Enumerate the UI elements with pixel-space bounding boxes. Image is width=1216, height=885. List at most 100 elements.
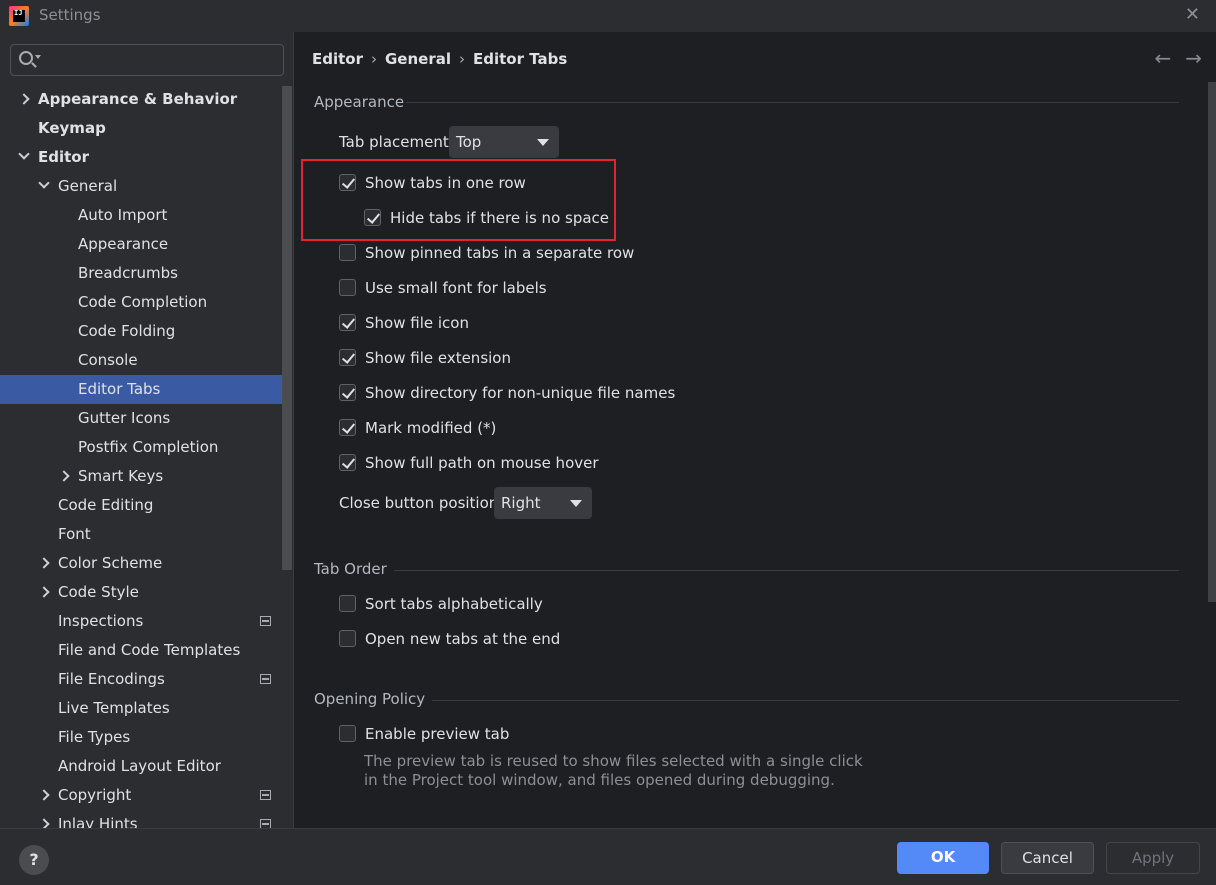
- checkbox-checked[interactable]: [339, 419, 356, 436]
- sidebar-item-postfix-completion[interactable]: Postfix Completion: [0, 433, 292, 462]
- option-label: Show pinned tabs in a separate row: [365, 244, 635, 262]
- apply-button[interactable]: Apply: [1106, 842, 1200, 874]
- option-label: Show tabs in one row: [365, 174, 526, 192]
- help-button[interactable]: ?: [19, 845, 49, 875]
- checkbox-unchecked[interactable]: [339, 595, 356, 612]
- sidebar-item-appearance-behavior[interactable]: Appearance & Behavior: [0, 85, 292, 114]
- breadcrumb: Editor › General › Editor Tabs: [312, 50, 575, 68]
- sidebar-item-label: Appearance & Behavior: [38, 90, 238, 108]
- tab-placement-label: Tab placement:: [339, 133, 454, 151]
- sidebar-item-appearance[interactable]: Appearance: [0, 230, 292, 259]
- sidebar-item-label: Code Editing: [58, 496, 154, 514]
- sidebar-item-label: Inlay Hints: [58, 815, 138, 828]
- breadcrumb-editor[interactable]: Editor: [312, 50, 363, 68]
- intellij-logo-icon: IJ: [9, 6, 29, 26]
- back-arrow-icon[interactable]: ←: [1154, 46, 1171, 70]
- chevron-down-icon[interactable]: [18, 148, 30, 160]
- search-input[interactable]: [10, 44, 284, 76]
- project-level-icon: [260, 819, 271, 828]
- chevron-down-icon[interactable]: [38, 177, 50, 189]
- sidebar-item-android-layout-editor[interactable]: Android Layout Editor: [0, 752, 292, 781]
- checkbox-checked[interactable]: [339, 384, 356, 401]
- chevron-right-icon[interactable]: [38, 818, 50, 828]
- sidebar-item-file-and-code-templates[interactable]: File and Code Templates: [0, 636, 292, 665]
- title-bar: IJ Settings ✕: [0, 0, 1216, 32]
- checkbox-unchecked[interactable]: [339, 725, 356, 742]
- option-label: Show file icon: [365, 314, 469, 332]
- chevron-right-icon[interactable]: [38, 557, 50, 569]
- checkbox-checked[interactable]: [339, 314, 356, 331]
- checkbox-checked[interactable]: [339, 454, 356, 471]
- sidebar-item-console[interactable]: Console: [0, 346, 292, 375]
- search-options-chevron-icon[interactable]: [35, 55, 41, 59]
- checkbox-checked[interactable]: [339, 349, 356, 366]
- settings-content: Editor › General › Editor Tabs ← → Appearance…: [294, 32, 1216, 828]
- sidebar-item-auto-import[interactable]: Auto Import: [0, 201, 292, 230]
- sidebar-item-label: File Encodings: [58, 670, 165, 688]
- checkbox-unchecked[interactable]: [339, 630, 356, 647]
- section-appearance-title: Appearance: [314, 93, 405, 111]
- sidebar-item-code-style[interactable]: Code Style: [0, 578, 292, 607]
- close-button-position-value: Right: [501, 494, 541, 512]
- sidebar-item-gutter-icons[interactable]: Gutter Icons: [0, 404, 292, 433]
- window-title: Settings: [39, 6, 101, 24]
- ok-button[interactable]: OK: [897, 842, 989, 874]
- project-level-icon: [260, 790, 271, 800]
- sidebar-item-inspections[interactable]: Inspections: [0, 607, 292, 636]
- chevron-right-icon[interactable]: [38, 789, 50, 801]
- cancel-button[interactable]: Cancel: [1001, 842, 1094, 874]
- sidebar-item-color-scheme[interactable]: Color Scheme: [0, 549, 292, 578]
- breadcrumb-separator: ›: [459, 50, 465, 68]
- sidebar-item-label: File and Code Templates: [58, 641, 241, 659]
- option-label: Sort tabs alphabetically: [365, 595, 543, 613]
- sidebar-item-code-folding[interactable]: Code Folding: [0, 317, 292, 346]
- option-label: Use small font for labels: [365, 279, 547, 297]
- forward-arrow-icon[interactable]: →: [1185, 46, 1202, 70]
- sidebar-item-label: Postfix Completion: [78, 438, 219, 456]
- checkbox-checked[interactable]: [339, 174, 356, 191]
- checkbox-unchecked[interactable]: [339, 279, 356, 296]
- sidebar-item-editor-tabs[interactable]: Editor Tabs: [0, 375, 292, 404]
- option-label: Enable preview tab: [365, 725, 510, 743]
- section-divider: [432, 700, 1179, 701]
- chevron-right-icon[interactable]: [58, 470, 70, 482]
- chevron-right-icon[interactable]: [18, 93, 30, 105]
- breadcrumb-general[interactable]: General: [385, 50, 451, 68]
- preview-tab-description-line: in the Project tool window, and files op…: [364, 771, 835, 789]
- sidebar-item-code-editing[interactable]: Code Editing: [0, 491, 292, 520]
- sidebar-item-label: Code Style: [58, 583, 139, 601]
- section-divider: [406, 102, 1179, 103]
- sidebar-item-breadcrumbs[interactable]: Breadcrumbs: [0, 259, 292, 288]
- sidebar-item-copyright[interactable]: Copyright: [0, 781, 292, 810]
- sidebar-item-code-completion[interactable]: Code Completion: [0, 288, 292, 317]
- sidebar-item-label: Appearance: [78, 235, 169, 253]
- nav-arrows: ← →: [1140, 46, 1202, 70]
- sidebar-item-file-encodings[interactable]: File Encodings: [0, 665, 292, 694]
- sidebar-item-label: Inspections: [58, 612, 144, 630]
- checkbox-unchecked[interactable]: [339, 244, 356, 261]
- sidebar-item-keymap[interactable]: Keymap: [0, 114, 292, 143]
- sidebar-item-live-templates[interactable]: Live Templates: [0, 694, 292, 723]
- sidebar-item-general[interactable]: General: [0, 172, 292, 201]
- sidebar-scrollbar[interactable]: [282, 86, 292, 570]
- sidebar-item-smart-keys[interactable]: Smart Keys: [0, 462, 292, 491]
- chevron-right-icon[interactable]: [38, 586, 50, 598]
- sidebar-item-file-types[interactable]: File Types: [0, 723, 292, 752]
- close-button-position-dropdown[interactable]: Right: [494, 487, 592, 519]
- sidebar-item-font[interactable]: Font: [0, 520, 292, 549]
- sidebar-item-label: Auto Import: [78, 206, 168, 224]
- sidebar-item-label: Live Templates: [58, 699, 170, 717]
- settings-sidebar: Appearance & Behavior Keymap Editor General…: [0, 32, 294, 828]
- sidebar-item-inlay-hints[interactable]: Inlay Hints: [0, 810, 292, 828]
- logo-text: IJ: [14, 9, 23, 17]
- sidebar-item-label: Editor Tabs: [78, 380, 161, 398]
- tab-placement-value: Top: [456, 133, 482, 151]
- tab-placement-dropdown[interactable]: Top: [449, 126, 559, 158]
- sidebar-item-label: Console: [78, 351, 138, 369]
- close-icon[interactable]: ✕: [1185, 4, 1200, 25]
- search-icon: [19, 51, 33, 65]
- sidebar-item-editor[interactable]: Editor: [0, 143, 292, 172]
- content-scrollbar[interactable]: [1208, 82, 1216, 602]
- checkbox-checked[interactable]: [364, 209, 381, 226]
- preview-tab-description-line: The preview tab is reused to show files …: [364, 752, 863, 770]
